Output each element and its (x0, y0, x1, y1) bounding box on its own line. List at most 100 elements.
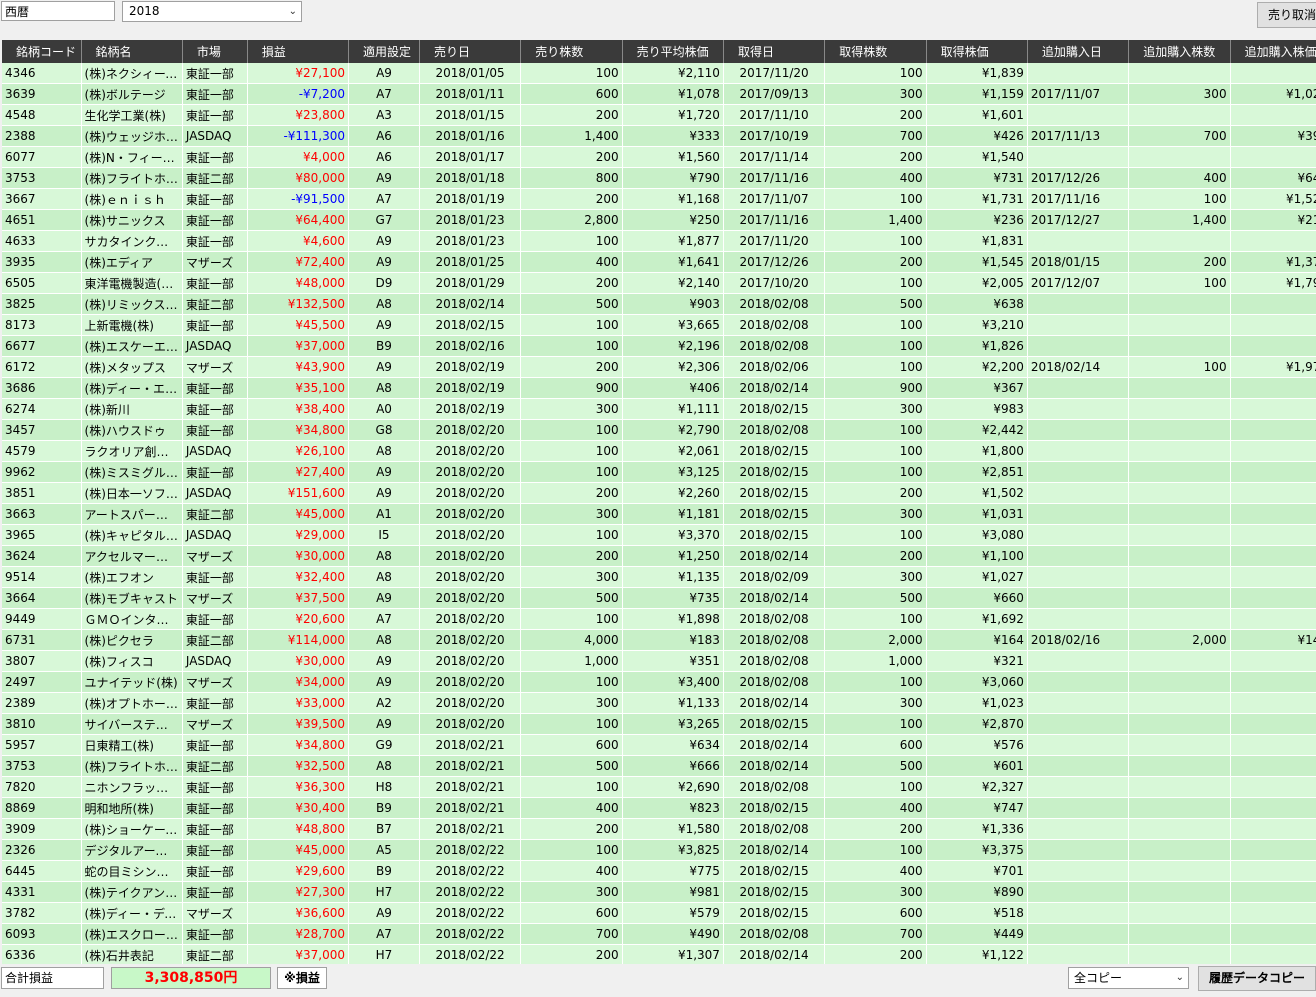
table-row[interactable]: 3753 (株)フライトホー… 東証二部 ¥32,500 A8 2018/02/21 500… (2, 755, 1316, 777)
table-cell (1128, 230, 1231, 252)
table-cell: 2018/02/20 (419, 713, 522, 735)
table-row[interactable]: 3825(株)リミックスポイ…東証二部¥132,500A82018/02/145… (2, 293, 1316, 315)
table-cell: 2018/02/08 (723, 293, 826, 315)
table-row[interactable]: 6172 (株)メタップス マザーズ ¥43,900 A9 2018/02/19 200 ¥2… (2, 356, 1316, 378)
table-cell: 東証一部 (182, 776, 248, 798)
table-cell: 100 (520, 419, 623, 441)
table-cell (1230, 713, 1316, 735)
column-header[interactable]: 銘柄コード (2, 40, 82, 63)
table-row[interactable]: 7820ニホンフラッシュ(株)東証一部¥36,300H82018/02/2110… (2, 776, 1316, 798)
column-header[interactable]: 追加購入株数 (1128, 40, 1231, 63)
cancel-sell-button[interactable]: 売り取消し (1257, 2, 1316, 28)
table-cell: ¥579 (622, 902, 724, 924)
table-cell (1027, 881, 1130, 903)
table-cell: 3965 (2, 524, 82, 546)
table-cell: 東証一部 (182, 734, 248, 756)
table-row[interactable]: 2497 ユナイテッド(株) マザーズ ¥34,000 A9 2018/02/20 100 ¥… (2, 671, 1316, 693)
table-row[interactable]: 3624 アクセルマーク(株) マザーズ ¥30,000 A8 2018/02/20 200… (2, 545, 1316, 567)
column-header[interactable]: 取得株数 (824, 40, 927, 63)
table-row[interactable]: 3753 (株)フライトホー… 東証二部 ¥80,000 A9 2018/01/18 800… (2, 167, 1316, 189)
table-row[interactable]: 6336 (株)石井表記 東証二部 ¥37,000 H7 2018/02/22 200 ¥1,… (2, 944, 1316, 964)
table-row[interactable]: 6274 (株)新川 東証一部 ¥38,400 A0 2018/02/19 300 ¥1,11… (2, 398, 1316, 420)
table-row[interactable]: 4346 (株)ネクシィーズ… 東証一部 ¥27,100 A9 2018/01/05 100… (2, 63, 1316, 84)
column-header[interactable]: 追加購入株価 (1230, 40, 1316, 63)
table-row[interactable]: 3851 (株)日本一ソフ… JASDAQ ¥151,600 A9 2018/02/20 2… (2, 482, 1316, 504)
table-cell (1128, 692, 1231, 714)
table-row[interactable]: 6677 (株)エスケーエレ… JASDAQ ¥37,000 B9 2018/02/16 1… (2, 335, 1316, 357)
table-row[interactable]: 9962 (株)ミスミグルー… 東証一部 ¥27,400 A9 2018/02/20 100… (2, 461, 1316, 483)
table-row[interactable]: 8869 明和地所(株) 東証一部 ¥30,400 B9 2018/02/21 400 ¥82… (2, 797, 1316, 819)
column-header[interactable]: 適用設定 (348, 40, 420, 63)
table-cell: (株)エスクロー・… (81, 923, 183, 945)
chevron-down-icon: ⌄ (288, 6, 297, 17)
table-row[interactable]: 3807 (株)フィスコ JASDAQ ¥30,000 A9 2018/02/20 1,00… (2, 650, 1316, 672)
column-header[interactable]: 売り日 (419, 40, 522, 63)
column-header[interactable]: 損益 (247, 40, 350, 63)
table-cell: 100 (824, 356, 927, 378)
table-cell: (株)日本一ソフ… (81, 482, 183, 504)
table-row[interactable]: 9514 (株)エフオン 東証一部 ¥32,400 A8 2018/02/20 300 ¥1,… (2, 566, 1316, 588)
table-row[interactable]: 6445 蛇の目ミシン工… 東証一部 ¥29,600 B9 2018/02/22 400 ¥7… (2, 860, 1316, 882)
column-header[interactable]: 売り株数 (520, 40, 623, 63)
table-row[interactable]: 4651 (株)サニックス 東証一部 ¥64,400 G7 2018/01/23 2,800… (2, 209, 1316, 231)
table-cell: ¥1,826 (926, 335, 1028, 357)
table-row[interactable]: 3667 (株)ｅｎｉｓｈ 東証一部 -¥91,500 A7 2018/01/19 200 ¥… (2, 188, 1316, 210)
table-cell: デジタルアーツ(株) (81, 839, 183, 861)
table-cell: H8 (348, 776, 420, 798)
table-row[interactable]: 4548 生化学工業(株) 東証一部 ¥23,800 A3 2018/01/15 200 ¥1… (2, 104, 1316, 126)
copy-mode-select[interactable]: 全コピー ⌄ (1068, 967, 1189, 989)
table-row[interactable]: 6077 (株)N・フィールド 東証一部 ¥4,000 A6 2018/01/17 200 ¥… (2, 146, 1316, 168)
table-row[interactable]: 8173 上新電機(株) 東証一部 ¥45,500 A9 2018/02/15 100 ¥3,… (2, 314, 1316, 336)
column-header[interactable]: 取得株価 (926, 40, 1028, 63)
table-row[interactable]: 3686(株)ディー・エル・…東証一部¥35,100A82018/02/1990… (2, 377, 1316, 399)
column-header[interactable]: 売り平均株価 (622, 40, 724, 63)
table-row[interactable]: 3909 (株)ショーケース… 東証一部 ¥48,800 B7 2018/02/21 200… (2, 818, 1316, 840)
table-cell: 東証一部 (182, 377, 248, 399)
table-row[interactable]: 3457 (株)ハウスドゥ 東証一部 ¥34,800 G8 2018/02/20 100 ¥2… (2, 419, 1316, 441)
table-cell: ¥1,692 (926, 608, 1028, 630)
table-row[interactable]: 2326 デジタルアーツ(株) 東証一部 ¥45,000 A5 2018/02/22 100… (2, 839, 1316, 861)
table-row[interactable]: 3664 (株)モブキャスト マザーズ ¥37,500 A9 2018/02/20 500 ¥… (2, 587, 1316, 609)
history-data-copy-button[interactable]: 履歴データコピー (1198, 966, 1316, 991)
table-row[interactable]: 2388 (株)ウェッジホー… JASDAQ -¥111,300 A6 2018/01/1… (2, 125, 1316, 147)
table-row[interactable]: 4579 ラクオリア創薬(株) JASDAQ ¥26,100 A8 2018/02/20 1… (2, 440, 1316, 462)
table-row[interactable]: 6093 (株)エスクロー・… 東証一部 ¥28,700 A7 2018/02/22 700… (2, 923, 1316, 945)
table-row[interactable]: 3965 (株)キャピタル・… JASDAQ ¥29,000 I5 2018/02/20 1… (2, 524, 1316, 546)
table-cell: 3663 (2, 503, 82, 525)
trade-history-grid[interactable]: 銘柄コード 銘柄名 市場 損益 適用設定 売り日 売り株数 売り平均株価 取得日 取得株数 取得株価… (2, 40, 1316, 964)
table-cell (1230, 482, 1316, 504)
table-cell (1027, 503, 1130, 525)
table-cell (1230, 923, 1316, 945)
table-row[interactable]: 9449 ＧＭＯインター… 東証一部 ¥20,600 A7 2018/02/20 100 ¥1… (2, 608, 1316, 630)
table-cell (1230, 839, 1316, 861)
table-cell: 2018/02/14 (723, 734, 826, 756)
table-cell: 東証一部 (182, 419, 248, 441)
table-row[interactable]: 6505 東洋電機製造(… 東証一部 ¥48,000 D9 2018/01/29 200 ¥2… (2, 272, 1316, 294)
table-row[interactable]: 3639 (株)ボルテージ 東証一部 -¥7,200 A7 2018/01/11 600 ¥1… (2, 83, 1316, 105)
table-row[interactable]: 2389 (株)オプトホール… 東証一部 ¥33,000 A2 2018/02/20 300… (2, 692, 1316, 714)
table-row[interactable]: 3663 アートスパークホ… 東証二部 ¥45,000 A1 2018/02/20 300 ¥… (2, 503, 1316, 525)
table-cell: 4,000 (520, 629, 623, 651)
table-cell: 2326 (2, 839, 82, 861)
table-cell: ¥1,731 (926, 188, 1028, 210)
column-header[interactable]: 銘柄名 (81, 40, 183, 63)
column-header[interactable]: 取得日 (723, 40, 826, 63)
table-row[interactable]: 4633 サカタインクス(株) 東証一部 ¥4,600 A9 2018/01/23 100 ¥… (2, 230, 1316, 252)
table-cell: I5 (348, 524, 420, 546)
table-row[interactable]: 4331 (株)テイクアンド… 東証一部 ¥27,300 H7 2018/02/22 300… (2, 881, 1316, 903)
table-cell: 200 (824, 104, 927, 126)
year-select[interactable]: 2018 ⌄ (122, 1, 302, 22)
table-cell (1027, 839, 1130, 861)
table-row[interactable]: 3782 (株)ディー・ディ… マザーズ ¥36,600 A9 2018/02/22 600… (2, 902, 1316, 924)
column-header[interactable]: 追加購入日 (1027, 40, 1130, 63)
table-row[interactable]: 5957 日東精工(株) 東証一部 ¥34,800 G9 2018/02/21 600 ¥63… (2, 734, 1316, 756)
table-cell: サカタインクス(株) (81, 230, 183, 252)
table-row[interactable]: 3810サイバーステップ(…マザーズ¥39,500A92018/02/20100… (2, 713, 1316, 735)
column-header[interactable]: 市場 (182, 40, 248, 63)
table-cell: 200 (824, 482, 927, 504)
table-row[interactable]: 6731 (株)ピクセラ 東証二部 ¥114,000 A8 2018/02/20 4,000… (2, 629, 1316, 651)
table-cell: ¥183 (622, 629, 724, 651)
table-cell: ¥32,400 (247, 566, 350, 588)
table-cell: 2018/02/15 (723, 482, 826, 504)
table-row[interactable]: 3935 (株)エディア マザーズ ¥72,400 A9 2018/01/25 400 ¥1,… (2, 251, 1316, 273)
